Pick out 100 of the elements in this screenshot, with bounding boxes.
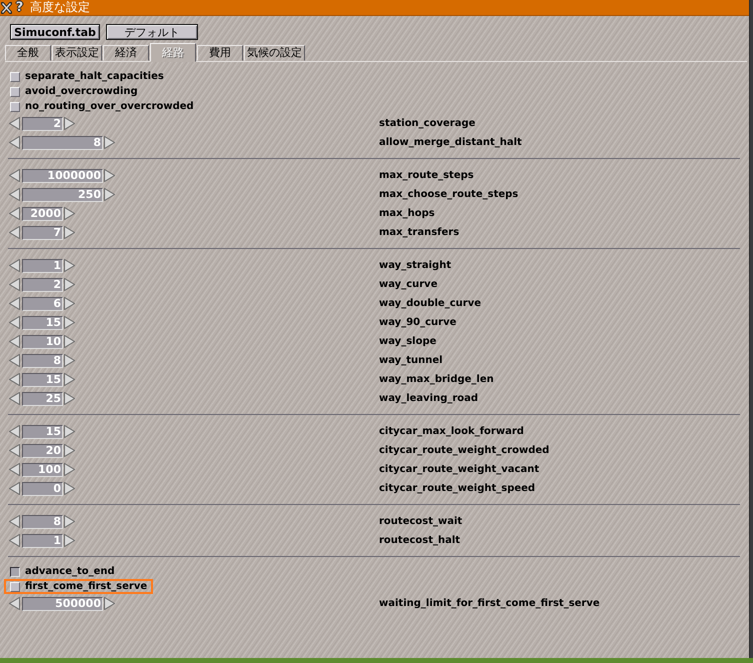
- number-field[interactable]: 15: [22, 316, 63, 330]
- left-arrow-button[interactable]: [9, 207, 20, 220]
- right-arrow-button[interactable]: [64, 534, 75, 547]
- setting-label: routecost_halt: [379, 535, 460, 546]
- setting-label: way_double_curve: [379, 298, 481, 309]
- checkbox-option[interactable]: separate_halt_capacities: [4, 69, 170, 84]
- number-field[interactable]: 2000: [22, 206, 63, 220]
- setting-label: max_route_steps: [379, 170, 474, 181]
- left-arrow-button[interactable]: [9, 278, 20, 291]
- number-field[interactable]: 1: [22, 534, 63, 548]
- tab[interactable]: 表示設定: [52, 45, 102, 61]
- right-arrow-button[interactable]: [64, 259, 75, 272]
- number-field[interactable]: 15: [22, 424, 63, 438]
- left-arrow-button[interactable]: [9, 136, 20, 149]
- setting-label: citycar_route_weight_vacant: [379, 464, 540, 475]
- right-arrow-button[interactable]: [64, 207, 75, 220]
- setting-label: max_hops: [379, 208, 435, 219]
- left-arrow-button[interactable]: [9, 463, 20, 476]
- right-arrow-button[interactable]: [104, 136, 115, 149]
- tab[interactable]: 全般: [5, 45, 51, 61]
- checkbox-option[interactable]: first_come_first_serve: [4, 579, 154, 594]
- right-arrow-button[interactable]: [104, 188, 115, 201]
- number-field[interactable]: 1000000: [22, 168, 103, 182]
- number-field[interactable]: 0: [22, 482, 63, 496]
- right-arrow-button[interactable]: [64, 335, 75, 348]
- number-field[interactable]: 25: [22, 392, 63, 406]
- right-arrow-button[interactable]: [64, 316, 75, 329]
- number-field[interactable]: 100: [22, 462, 63, 476]
- setting-label: waiting_limit_for_first_come_first_serve: [379, 598, 600, 609]
- right-arrow-button[interactable]: [104, 169, 115, 182]
- left-arrow-button[interactable]: [9, 259, 20, 272]
- left-arrow-button[interactable]: [9, 188, 20, 201]
- right-arrow-button[interactable]: [64, 392, 75, 405]
- left-arrow-button[interactable]: [9, 425, 20, 438]
- number-field[interactable]: 2: [22, 278, 63, 292]
- left-arrow-button[interactable]: [9, 226, 20, 239]
- setting-label: citycar_max_look_forward: [379, 426, 524, 437]
- checkbox[interactable]: [10, 566, 20, 576]
- number-field[interactable]: 500000: [22, 596, 103, 610]
- left-arrow-button[interactable]: [9, 354, 20, 367]
- number-field[interactable]: 250: [22, 188, 103, 202]
- number-field[interactable]: 8: [22, 136, 103, 150]
- left-arrow-button[interactable]: [9, 534, 20, 547]
- tab[interactable]: 気候の設定: [244, 45, 305, 61]
- right-arrow-button[interactable]: [64, 373, 75, 386]
- help-button[interactable]: ?: [14, 0, 25, 14]
- number-field[interactable]: 10: [22, 334, 63, 348]
- right-arrow-button[interactable]: [104, 597, 115, 610]
- left-arrow-button[interactable]: [9, 392, 20, 405]
- right-arrow-button[interactable]: [64, 444, 75, 457]
- left-arrow-button[interactable]: [9, 316, 20, 329]
- left-arrow-button[interactable]: [9, 482, 20, 495]
- close-icon[interactable]: [1, 2, 12, 14]
- right-arrow-button[interactable]: [64, 226, 75, 239]
- setting-label: way_tunnel: [379, 355, 443, 366]
- toolbar-button[interactable]: Simuconf.tab: [10, 24, 100, 40]
- left-arrow-button[interactable]: [9, 335, 20, 348]
- number-field[interactable]: 8: [22, 354, 63, 368]
- setting-label: max_transfers: [379, 227, 460, 238]
- setting-label: way_max_bridge_len: [379, 374, 494, 385]
- setting-label: way_slope: [379, 336, 436, 347]
- left-arrow-button[interactable]: [9, 444, 20, 457]
- setting-label: way_90_curve: [379, 317, 456, 328]
- number-field[interactable]: 2: [22, 116, 63, 130]
- left-arrow-button[interactable]: [9, 117, 20, 130]
- setting-label: way_straight: [379, 260, 452, 271]
- number-field[interactable]: 7: [22, 226, 63, 240]
- checkbox-option[interactable]: no_routing_over_overcrowded: [4, 99, 200, 114]
- checkbox-option[interactable]: advance_to_end: [4, 564, 121, 579]
- setting-label: citycar_route_weight_speed: [379, 483, 536, 494]
- window-title: 高度な設定: [30, 0, 90, 15]
- tab[interactable]: 経路: [150, 43, 196, 62]
- number-field[interactable]: 6: [22, 296, 63, 310]
- setting-label: station_coverage: [379, 118, 476, 129]
- setting-label: way_curve: [379, 279, 438, 290]
- toolbar-button[interactable]: デフォルト: [106, 24, 198, 40]
- setting-label: citycar_route_weight_crowded: [379, 445, 550, 456]
- left-arrow-button[interactable]: [9, 597, 20, 610]
- right-arrow-button[interactable]: [64, 425, 75, 438]
- tab[interactable]: 経済: [103, 45, 149, 61]
- left-arrow-button[interactable]: [9, 373, 20, 386]
- right-arrow-button[interactable]: [64, 354, 75, 367]
- right-arrow-button[interactable]: [64, 463, 75, 476]
- number-field[interactable]: 15: [22, 372, 63, 386]
- left-arrow-button[interactable]: [9, 515, 20, 528]
- number-field[interactable]: 1: [22, 258, 63, 272]
- tab[interactable]: 費用: [197, 45, 243, 61]
- left-arrow-button[interactable]: [9, 169, 20, 182]
- setting-label: way_leaving_road: [379, 393, 478, 404]
- right-arrow-button[interactable]: [64, 297, 75, 310]
- setting-label: routecost_wait: [379, 516, 462, 527]
- left-arrow-button[interactable]: [9, 297, 20, 310]
- right-arrow-button[interactable]: [64, 482, 75, 495]
- number-field[interactable]: 8: [22, 514, 63, 528]
- number-field[interactable]: 20: [22, 444, 63, 458]
- right-arrow-button[interactable]: [64, 117, 75, 130]
- right-arrow-button[interactable]: [64, 515, 75, 528]
- right-arrow-button[interactable]: [64, 278, 75, 291]
- checkbox-option[interactable]: avoid_overcrowding: [4, 84, 144, 99]
- setting-label: max_choose_route_steps: [379, 189, 518, 200]
